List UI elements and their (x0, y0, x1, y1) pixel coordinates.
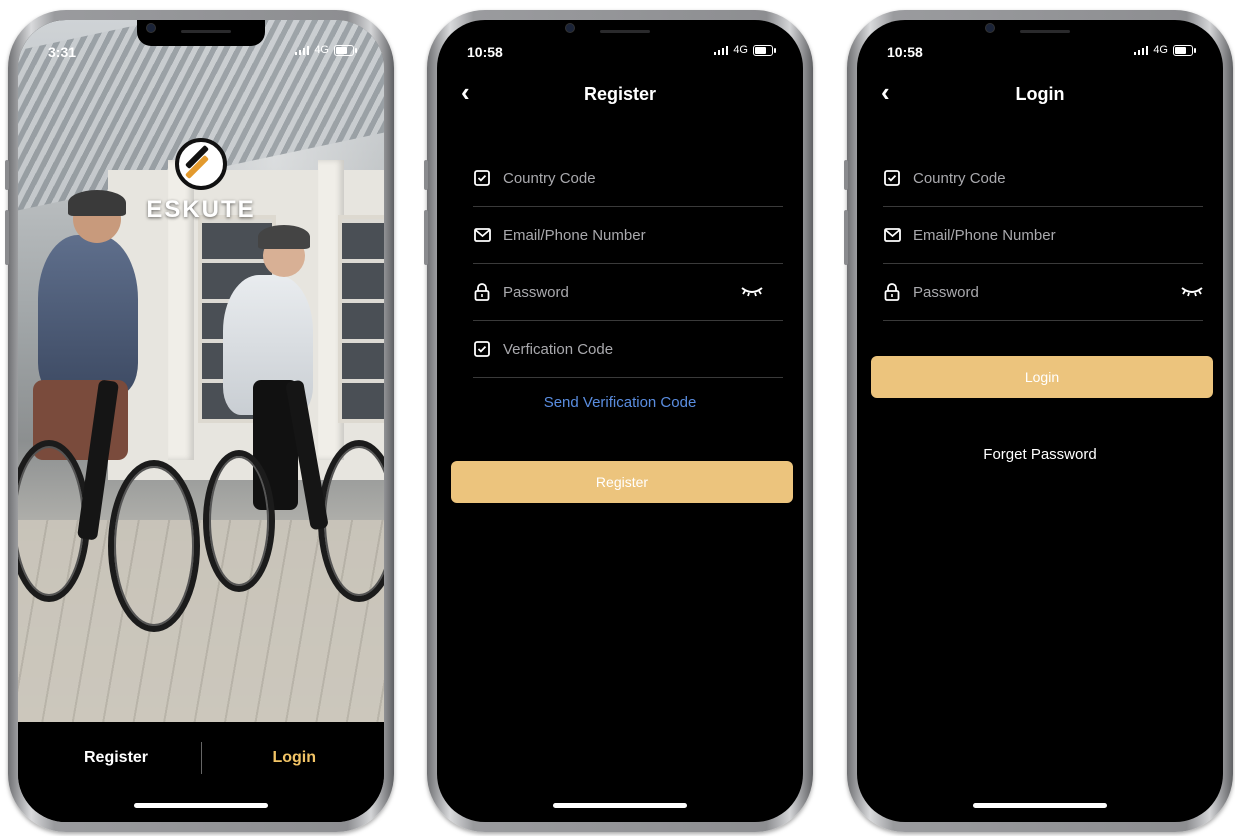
send-verification-code-link[interactable]: Send Verification Code (437, 394, 803, 411)
status-bar: 3:31 4G (18, 42, 384, 64)
eye-closed-icon[interactable] (741, 284, 763, 297)
brand-logo: ESKUTE (18, 138, 384, 224)
password-field[interactable] (473, 264, 783, 321)
verification-code-input[interactable] (501, 339, 783, 359)
welcome-screen: ESKUTE 3:31 4G Register Login (18, 20, 384, 822)
signal-icon (1133, 45, 1149, 55)
nav-bar: ‹ Register (437, 72, 803, 112)
phone-register: 10:58 4G ‹ Register Country Code Email/P… (424, 10, 813, 832)
status-time: 3:31 (48, 44, 77, 60)
country-code-field[interactable] (473, 150, 783, 207)
lock-icon (473, 283, 491, 301)
login-tab[interactable]: Login (266, 748, 322, 768)
verification-code-field[interactable] (473, 321, 783, 378)
side-button (5, 160, 9, 190)
nav-bar: ‹ Login (857, 72, 1223, 112)
status-bar: 10:58 4G (437, 42, 803, 64)
page-title: Login (1015, 84, 1065, 104)
status-time: 10:58 (887, 44, 923, 60)
eskute-logo-icon (175, 138, 227, 190)
network-type: 4G (314, 44, 329, 56)
side-button (844, 210, 848, 265)
mail-icon (883, 226, 901, 244)
register-tab[interactable]: Register (78, 748, 154, 768)
home-indicator[interactable] (553, 803, 687, 808)
password-field[interactable] (883, 264, 1203, 321)
status-time: 10:58 (467, 44, 503, 60)
password-input[interactable] (911, 282, 1203, 302)
lock-icon (883, 283, 901, 301)
signal-icon (713, 45, 729, 55)
email-phone-field[interactable] (883, 207, 1203, 264)
home-indicator[interactable] (973, 803, 1107, 808)
battery-icon (334, 44, 357, 56)
home-indicator[interactable] (134, 803, 268, 808)
checkbox-icon (883, 169, 901, 187)
welcome-bottom-bar: Register Login (18, 722, 384, 822)
side-button (424, 160, 428, 190)
page-title: Register (583, 84, 657, 104)
network-type: 4G (1153, 44, 1168, 56)
email-phone-field[interactable] (473, 207, 783, 264)
register-screen: 10:58 4G ‹ Register Country Code Email/P… (437, 20, 803, 822)
side-button (844, 160, 848, 190)
country-code-input[interactable] (501, 168, 783, 188)
mail-icon (473, 226, 491, 244)
login-button[interactable]: Login (871, 356, 1213, 398)
checkbox-icon (473, 169, 491, 187)
country-code-field[interactable] (883, 150, 1203, 207)
status-bar: 10:58 4G (857, 42, 1223, 64)
phone-login: 10:58 4G ‹ Login Country Code Email/Phon… (844, 10, 1233, 832)
side-button (424, 210, 428, 265)
battery-icon (753, 44, 776, 56)
country-code-input[interactable] (911, 168, 1203, 188)
side-button (5, 210, 9, 265)
login-screen: 10:58 4G ‹ Login Country Code Email/Phon… (857, 20, 1223, 822)
signal-icon (294, 45, 310, 55)
register-button[interactable]: Register (451, 461, 793, 503)
battery-icon (1173, 44, 1196, 56)
checkbox-icon (473, 340, 491, 358)
forget-password-link[interactable]: Forget Password (857, 446, 1223, 463)
brand-name: ESKUTE (146, 196, 256, 223)
tab-divider (201, 742, 202, 774)
network-type: 4G (733, 44, 748, 56)
hero-image (18, 20, 384, 722)
eye-closed-icon[interactable] (1181, 284, 1203, 297)
email-phone-input[interactable] (501, 225, 783, 245)
email-phone-input[interactable] (911, 225, 1203, 245)
phone-welcome: ESKUTE 3:31 4G Register Login (5, 10, 394, 832)
